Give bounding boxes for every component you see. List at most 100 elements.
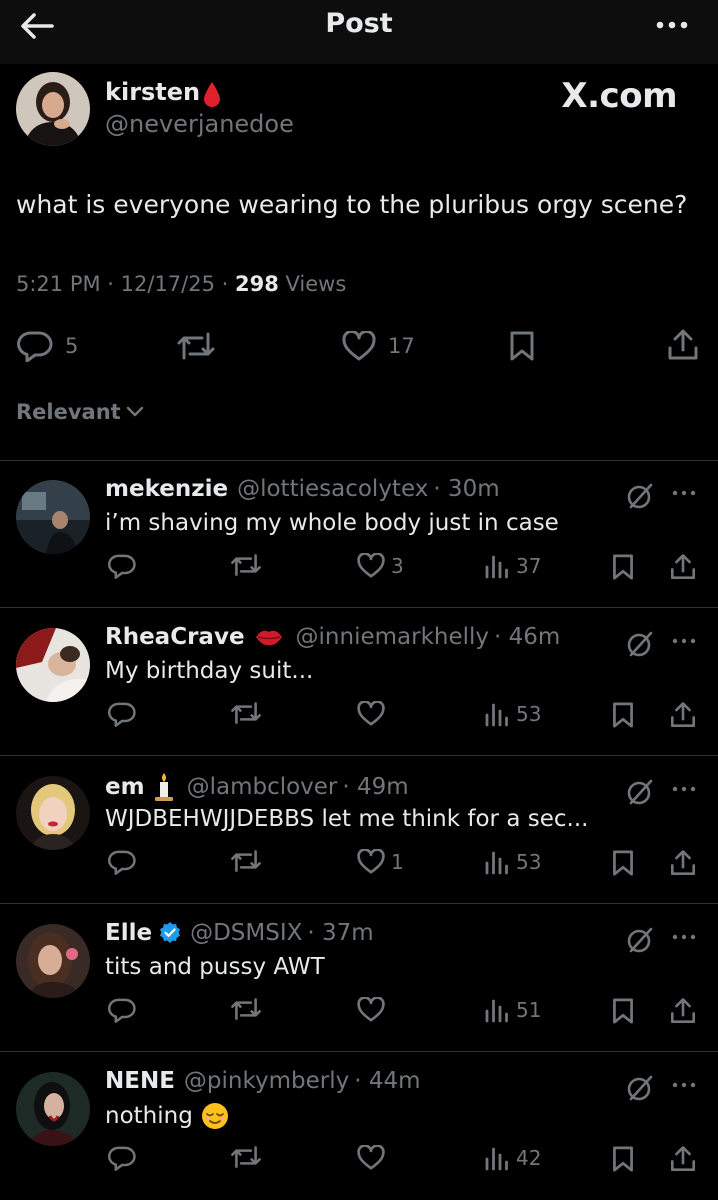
bookmark-icon [613, 850, 633, 876]
more-options-icon[interactable] [652, 10, 692, 40]
bookmark-button[interactable] [611, 997, 635, 1025]
like-button[interactable]: 1 [357, 849, 404, 874]
more-options-icon[interactable] [672, 1080, 696, 1090]
reply-author-handle[interactable]: @DSMSIX [190, 920, 302, 946]
reply-header: NENE @pinkymberly · 44m [105, 1068, 421, 1094]
repost-button[interactable] [230, 701, 262, 725]
share-button[interactable] [666, 328, 700, 362]
grok-icon[interactable] [626, 630, 654, 658]
heart-icon [357, 553, 385, 578]
grok-icon[interactable] [626, 778, 654, 806]
repost-button[interactable] [230, 997, 262, 1021]
grok-icon[interactable] [626, 482, 654, 510]
author-name[interactable]: kirsten [105, 78, 200, 106]
repost-icon [231, 1146, 261, 1168]
grok-icon[interactable] [626, 1074, 654, 1102]
reply-author-handle[interactable]: @lottiesacolytex [237, 476, 428, 502]
views-button[interactable]: 53 [484, 849, 541, 875]
views-button[interactable]: 37 [484, 553, 541, 579]
repost-button[interactable] [230, 1145, 262, 1169]
reply-author-handle[interactable]: @inniemarkhelly [296, 624, 489, 650]
author-handle[interactable]: @neverjanedoe [105, 110, 294, 138]
views-count[interactable]: 298 [235, 272, 279, 296]
avatar[interactable] [16, 628, 90, 702]
more-options-icon[interactable] [672, 932, 696, 942]
relieved-face-icon [201, 1103, 228, 1129]
avatar[interactable] [16, 480, 90, 554]
like-button[interactable] [357, 997, 391, 1022]
reply-author-name[interactable]: NENE [105, 1068, 175, 1094]
sort-dropdown[interactable]: Relevant [16, 400, 145, 424]
reply-icon [108, 1146, 136, 1171]
bookmark-icon [613, 1146, 633, 1172]
bookmark-button[interactable] [611, 701, 635, 729]
like-button[interactable]: 3 [357, 553, 404, 578]
reply-count: 5 [65, 334, 79, 358]
reply-text: nothing [105, 1103, 193, 1129]
reply-author-name[interactable]: RheaCrave [105, 624, 245, 650]
heart-icon [342, 331, 376, 361]
reply-button[interactable] [108, 997, 136, 1023]
reply-text: i’m shaving my whole body just in case [105, 510, 559, 536]
reply-icon [108, 702, 136, 727]
like-button[interactable] [357, 1145, 391, 1170]
share-icon [670, 1146, 696, 1172]
views-button[interactable]: 51 [484, 997, 541, 1023]
reply-author-handle[interactable]: @lambclover [187, 774, 338, 800]
views-count: 51 [516, 998, 542, 1022]
views-button[interactable]: 42 [484, 1145, 541, 1171]
reply-author-handle[interactable]: @pinkymberly [184, 1068, 349, 1094]
reply-item[interactable]: RheaCrave @inniemarkhelly · 46m My birth… [0, 608, 718, 756]
reply-button[interactable] [108, 553, 136, 579]
repost-icon [231, 850, 261, 872]
like-button[interactable]: 17 [342, 331, 415, 361]
views-icon [485, 703, 508, 727]
reply-author-name[interactable]: Elle [105, 920, 152, 946]
bookmark-button[interactable] [611, 849, 635, 877]
views-button[interactable]: 53 [484, 701, 541, 727]
reply-text: WJDBEHWJJDEBBS let me think for a sec... [105, 806, 589, 832]
like-count: 1 [391, 849, 404, 874]
share-icon [670, 702, 696, 728]
reply-author-name[interactable]: mekenzie [105, 476, 228, 502]
chevron-down-icon [126, 406, 143, 417]
reply-button[interactable] [108, 1145, 136, 1171]
more-options-icon[interactable] [672, 636, 696, 646]
share-button[interactable] [669, 701, 697, 729]
reply-header: mekenzie @lottiesacolytex · 30m [105, 476, 500, 502]
reply-button[interactable] [108, 701, 136, 727]
reply-author-name[interactable]: em [105, 774, 145, 800]
like-button[interactable] [357, 701, 391, 726]
views-count: 53 [516, 702, 542, 726]
reply-item[interactable]: NENE @pinkymberly · 44m nothing 42 [0, 1052, 718, 1200]
share-button[interactable] [669, 553, 697, 581]
reply-button[interactable]: 5 [17, 330, 78, 362]
share-button[interactable] [669, 997, 697, 1025]
views-icon [485, 1147, 508, 1171]
lips-icon [255, 630, 282, 646]
bookmark-icon [613, 702, 633, 728]
avatar[interactable] [16, 72, 90, 146]
reply-item[interactable]: em @lambclover · 49m WJDBEHWJJDEBBS let … [0, 756, 718, 904]
bookmark-button[interactable] [508, 330, 536, 362]
bookmark-button[interactable] [611, 553, 635, 581]
reply-item[interactable]: mekenzie @lottiesacolytex · 30m i’m shav… [0, 460, 718, 608]
bookmark-icon [510, 331, 534, 361]
bookmark-button[interactable] [611, 1145, 635, 1173]
share-button[interactable] [669, 1145, 697, 1173]
share-button[interactable] [669, 849, 697, 877]
repost-button[interactable] [230, 553, 262, 577]
repost-button[interactable] [230, 849, 262, 873]
more-options-icon[interactable] [672, 784, 696, 794]
grok-icon[interactable] [626, 926, 654, 954]
reply-text: tits and pussy AWT [105, 954, 325, 980]
reply-button[interactable] [108, 849, 136, 875]
reply-time: · 49m [342, 774, 409, 800]
reply-item[interactable]: Elle @DSMSIX · 37m tits and pussy AWT 51 [0, 904, 718, 1052]
avatar[interactable] [16, 1072, 90, 1146]
avatar[interactable] [16, 776, 90, 850]
repost-button[interactable] [176, 331, 216, 361]
heart-icon [357, 849, 385, 874]
avatar[interactable] [16, 924, 90, 998]
more-options-icon[interactable] [672, 488, 696, 498]
